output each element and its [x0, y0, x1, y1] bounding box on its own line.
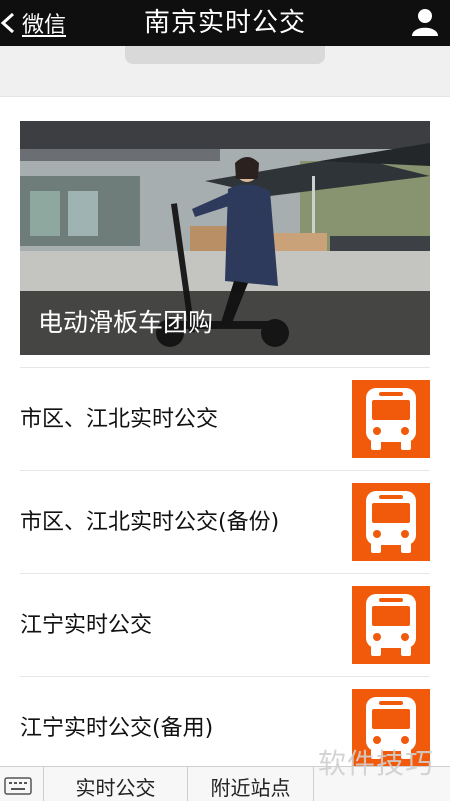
menu-item-label: 江宁实时公交(备用): [20, 716, 214, 741]
menu-item-label: 市区、江北实时公交(备份): [20, 510, 280, 535]
bus-icon: [352, 380, 430, 458]
menu-item-city-jiangbei[interactable]: 市区、江北实时公交: [20, 380, 430, 460]
watermark: 软件技巧: [318, 747, 435, 780]
promo-banner[interactable]: 电动滑板车团购: [20, 121, 430, 355]
keyboard-toggle-button[interactable]: [0, 767, 44, 801]
menu-content: 电动滑板车团购 市区、江北实时公交 市区、江北实时公交(备份) 江宁实时公交 江…: [0, 96, 450, 767]
menu-item-city-jiangbei-backup[interactable]: 市区、江北实时公交(备份): [20, 483, 430, 563]
divider: [20, 573, 430, 574]
page-title: 南京实时公交: [143, 8, 306, 38]
banner-caption: 电动滑板车团购: [20, 291, 430, 355]
top-navigation-bar: 微信 南京实时公交: [0, 0, 450, 46]
menu-item-jiangning[interactable]: 江宁实时公交: [20, 586, 430, 666]
menu-item-label: 市区、江北实时公交: [20, 407, 219, 432]
person-icon[interactable]: [410, 7, 440, 37]
pull-indicator: [125, 46, 325, 64]
tab-realtime-bus[interactable]: 实时公交: [44, 767, 188, 801]
bus-icon: [352, 586, 430, 664]
tab-nearby-stops[interactable]: 附近站点: [188, 767, 314, 801]
divider: [20, 470, 430, 471]
divider: [20, 367, 430, 368]
divider: [20, 676, 430, 677]
menu-item-label: 江宁实时公交: [20, 613, 153, 638]
bus-icon: [352, 483, 430, 561]
keyboard-icon: [4, 777, 32, 795]
